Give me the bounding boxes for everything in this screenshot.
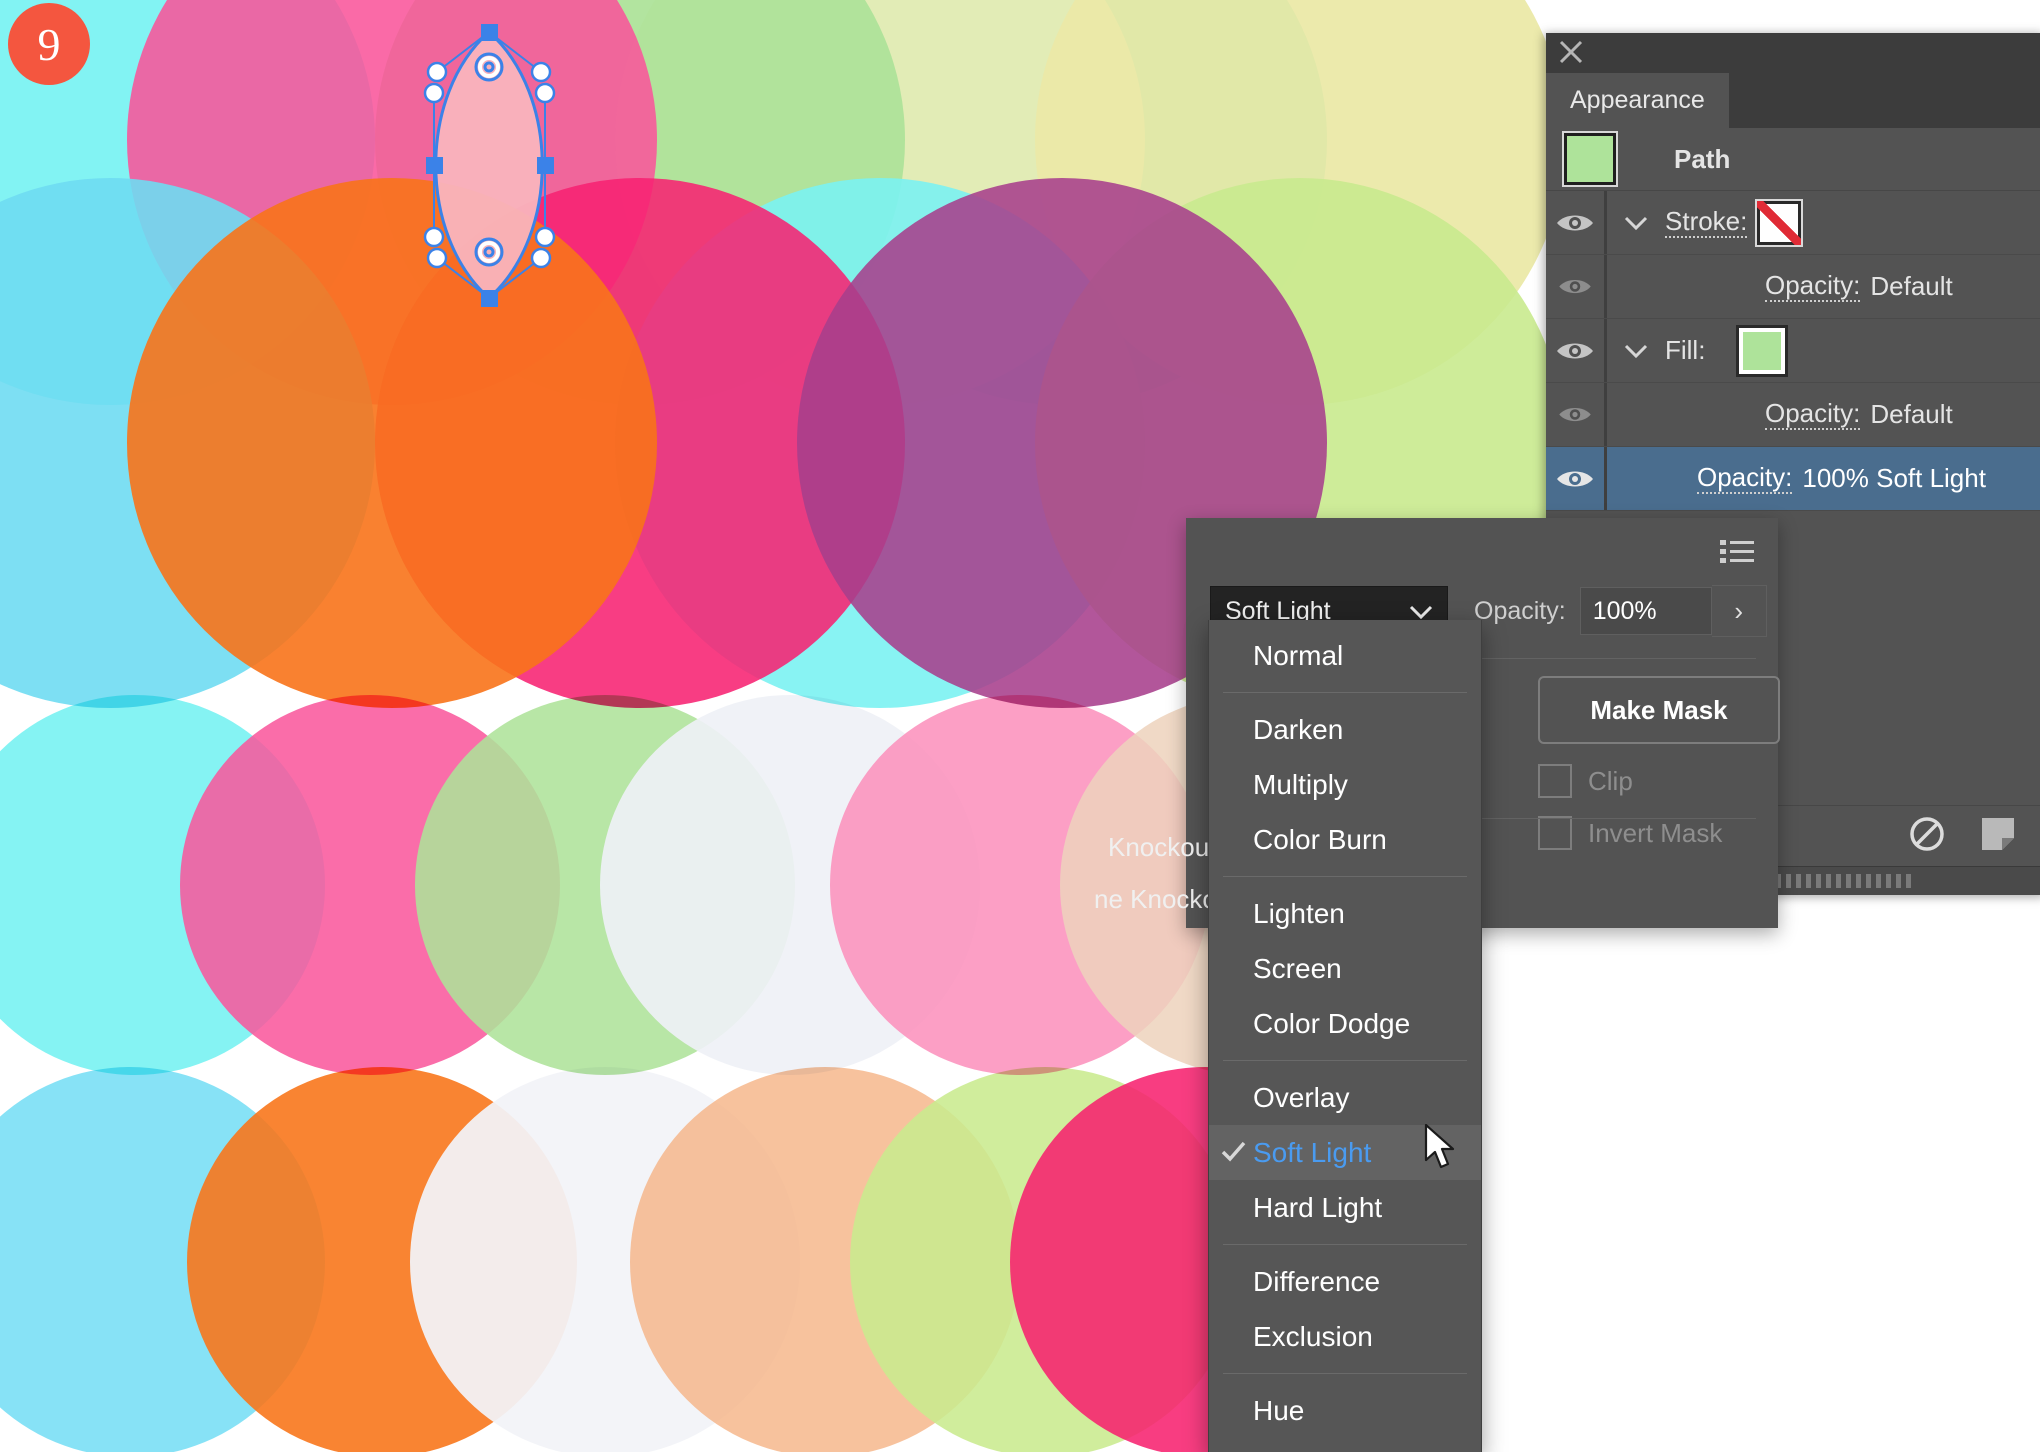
blend-option-multiply[interactable]: Multiply bbox=[1209, 757, 1481, 812]
artwork-row-3 bbox=[0, 1067, 1400, 1452]
fill-color-swatch[interactable] bbox=[1739, 328, 1785, 374]
appearance-row-fill-opacity[interactable]: Opacity: Default bbox=[1546, 383, 2040, 447]
stroke-opacity-value: Default bbox=[1870, 271, 1952, 302]
fill-opacity-label: Opacity: bbox=[1765, 400, 1860, 430]
appearance-row-object-opacity[interactable]: Opacity: 100% Soft Light bbox=[1546, 447, 2040, 511]
blend-option-normal[interactable]: Normal bbox=[1209, 628, 1481, 683]
duplicate-item-icon[interactable] bbox=[1980, 816, 2016, 857]
path-label: Path bbox=[1674, 144, 1730, 175]
path-swatch-thumbnail[interactable] bbox=[1564, 133, 1616, 185]
blend-option-saturation[interactable]: Saturation bbox=[1209, 1438, 1481, 1452]
panel-menu-icon[interactable] bbox=[1720, 538, 1754, 564]
visibility-eye-icon-fill-opacity[interactable] bbox=[1546, 404, 1604, 425]
opacity-input[interactable]: 100% bbox=[1580, 587, 1712, 635]
close-icon[interactable] bbox=[1558, 39, 1584, 65]
appearance-row-stroke-opacity[interactable]: Opacity: Default bbox=[1546, 255, 2040, 319]
menu-separator bbox=[1223, 1244, 1467, 1245]
blend-option-difference[interactable]: Difference bbox=[1209, 1254, 1481, 1309]
chevron-down-icon-stroke[interactable] bbox=[1607, 215, 1665, 231]
opacity-label: Opacity: bbox=[1474, 597, 1566, 626]
invert-mask-checkbox-row[interactable]: Invert Mask bbox=[1538, 816, 1722, 850]
appearance-titlebar bbox=[1546, 33, 2040, 73]
fill-label: Fill: bbox=[1665, 335, 1705, 366]
appearance-tabstrip: Appearance bbox=[1546, 73, 2040, 128]
clip-label: Clip bbox=[1588, 766, 1633, 797]
tab-appearance[interactable]: Appearance bbox=[1546, 73, 1729, 128]
blend-option-lighten[interactable]: Lighten bbox=[1209, 886, 1481, 941]
menu-separator bbox=[1223, 1373, 1467, 1374]
clip-checkbox[interactable] bbox=[1538, 764, 1572, 798]
selected-leaf-shape bbox=[425, 24, 554, 307]
object-opacity-value: 100% Soft Light bbox=[1802, 463, 1986, 494]
blend-option-hue[interactable]: Hue bbox=[1209, 1383, 1481, 1438]
menu-separator bbox=[1223, 692, 1467, 693]
row-divider bbox=[1604, 447, 1607, 510]
fill-opacity-value: Default bbox=[1870, 399, 1952, 430]
appearance-row-path[interactable]: Path bbox=[1546, 128, 2040, 191]
badge-number: 9 bbox=[38, 18, 61, 71]
step-number-badge: 9 bbox=[8, 3, 90, 85]
visibility-eye-icon-stroke-opacity[interactable] bbox=[1546, 276, 1604, 297]
object-opacity-label: Opacity: bbox=[1697, 464, 1792, 494]
stroke-color-swatch-none[interactable] bbox=[1757, 201, 1801, 245]
blend-option-hard-light[interactable]: Hard Light bbox=[1209, 1180, 1481, 1235]
invert-mask-checkbox[interactable] bbox=[1538, 816, 1572, 850]
mouse-cursor-icon bbox=[1424, 1124, 1458, 1172]
stroke-opacity-label: Opacity: bbox=[1765, 272, 1860, 302]
row-divider bbox=[1604, 255, 1607, 318]
blend-option-darken[interactable]: Darken bbox=[1209, 702, 1481, 757]
opacity-value: 100% bbox=[1593, 597, 1657, 626]
visibility-eye-icon-fill[interactable] bbox=[1546, 339, 1604, 363]
blend-option-color-burn[interactable]: Color Burn bbox=[1209, 812, 1481, 867]
menu-separator bbox=[1223, 1060, 1467, 1061]
blend-option-exclusion[interactable]: Exclusion bbox=[1209, 1309, 1481, 1364]
blend-mode-dropdown[interactable]: Normal Darken Multiply Color Burn Lighte… bbox=[1208, 620, 1482, 1452]
checkmark-icon bbox=[1219, 1137, 1247, 1165]
row-divider bbox=[1604, 383, 1607, 446]
blend-option-overlay[interactable]: Overlay bbox=[1209, 1070, 1481, 1125]
canvas-stage: 9 Appearance Path bbox=[0, 0, 2040, 1452]
visibility-eye-icon-stroke[interactable] bbox=[1546, 211, 1604, 235]
invert-mask-label: Invert Mask bbox=[1588, 818, 1722, 849]
appearance-row-fill[interactable]: Fill: bbox=[1546, 319, 2040, 383]
no-effect-icon[interactable] bbox=[1908, 815, 1946, 858]
clip-checkbox-row[interactable]: Clip bbox=[1538, 764, 1633, 798]
chevron-right-icon[interactable]: › bbox=[1712, 585, 1767, 637]
appearance-row-stroke[interactable]: Stroke: bbox=[1546, 191, 2040, 255]
blend-option-screen[interactable]: Screen bbox=[1209, 941, 1481, 996]
visibility-eye-icon-object-opacity[interactable] bbox=[1546, 467, 1604, 491]
menu-separator bbox=[1223, 876, 1467, 877]
make-mask-button[interactable]: Make Mask bbox=[1538, 676, 1780, 744]
chevron-down-icon-fill[interactable] bbox=[1607, 343, 1665, 359]
stroke-label: Stroke: bbox=[1665, 208, 1747, 238]
appearance-rows: Path Stro bbox=[1546, 128, 2040, 511]
blend-option-color-dodge[interactable]: Color Dodge bbox=[1209, 996, 1481, 1051]
